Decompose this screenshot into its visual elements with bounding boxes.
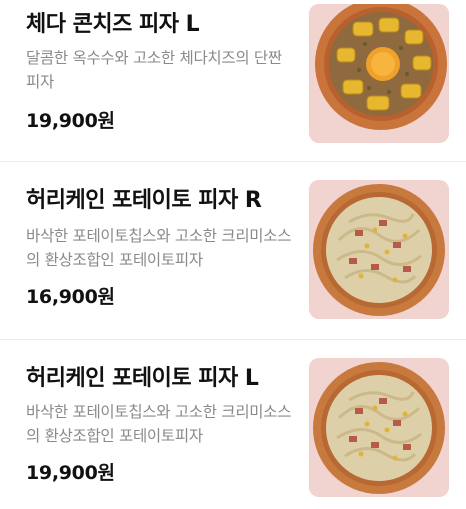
menu-list: 체다 콘치즈 피자 L 달콤한 옥수수와 고소한 체다치즈의 단짠 피자 19,… bbox=[0, 0, 466, 509]
menu-item-name: 허리케인 포테이토 피자 L bbox=[26, 366, 259, 391]
menu-item-hurricane-potato-r[interactable]: 허리케인 포테이토 피자 R 바삭한 포테이토칩스와 고소한 크리미소스의 환상… bbox=[0, 162, 466, 338]
cheddar-corn-pizza-image bbox=[309, 4, 449, 143]
menu-item-price: 19,900원 bbox=[26, 462, 115, 484]
menu-item-cheddar-corn-l[interactable]: 체다 콘치즈 피자 L 달콤한 옥수수와 고소한 체다치즈의 단짠 피자 19,… bbox=[0, 0, 466, 160]
menu-item-price: 16,900원 bbox=[26, 286, 115, 308]
menu-item-description: 달콤한 옥수수와 고소한 체다치즈의 단짠 피자 bbox=[26, 49, 282, 91]
potato-pizza-image bbox=[309, 180, 449, 319]
potato-pizza-image bbox=[309, 358, 449, 497]
menu-item-description: 바삭한 포테이토칩스와 고소한 크리미소스의 환상조합인 포테이토피자 bbox=[26, 227, 292, 269]
menu-item-image[interactable] bbox=[309, 180, 449, 319]
menu-item-price: 19,900원 bbox=[26, 110, 115, 132]
menu-item-description: 바삭한 포테이토칩스와 고소한 크리미소스의 환상조합인 포테이토피자 bbox=[26, 403, 292, 445]
menu-item-name: 허리케인 포테이토 피자 R bbox=[26, 188, 262, 213]
menu-item-name: 체다 콘치즈 피자 L bbox=[26, 12, 200, 37]
menu-item-image[interactable] bbox=[309, 4, 449, 143]
menu-item-hurricane-potato-l[interactable]: 허리케인 포테이토 피자 L 바삭한 포테이토칩스와 고소한 크리미소스의 환상… bbox=[0, 340, 466, 509]
menu-item-image[interactable] bbox=[309, 358, 449, 497]
